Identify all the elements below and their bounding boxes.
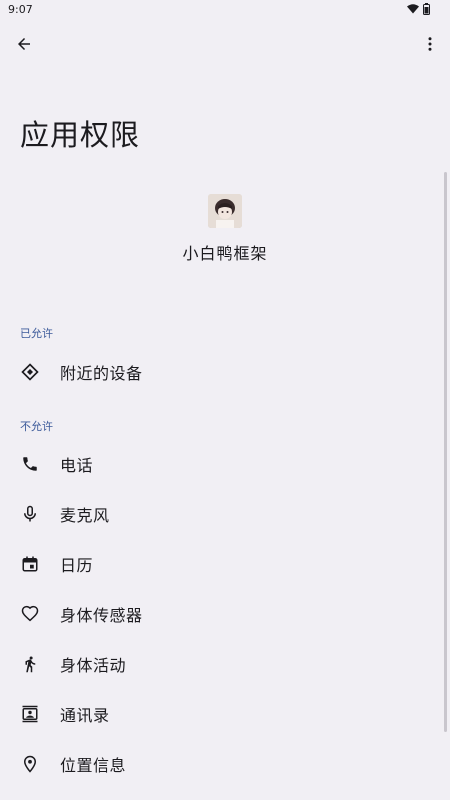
page-title: 应用权限 <box>20 118 141 152</box>
contacts-icon <box>20 704 40 724</box>
top-app-bar <box>0 24 450 64</box>
status-icons <box>407 3 430 15</box>
battery-icon <box>423 3 430 15</box>
back-button[interactable] <box>12 32 36 56</box>
permission-item-body-sensors[interactable]: 身体传感器 <box>0 589 440 639</box>
permission-label: 身体活动 <box>60 656 127 675</box>
permission-label: 附近的设备 <box>60 364 143 383</box>
permission-label: 麦克风 <box>60 506 110 525</box>
permission-item-calendar[interactable]: 日历 <box>0 539 440 589</box>
permission-label: 通讯录 <box>60 706 110 725</box>
app-icon <box>208 194 242 228</box>
more-vert-icon <box>428 37 432 51</box>
app-header: 小白鸭框架 <box>0 194 450 264</box>
permission-label: 日历 <box>60 556 94 575</box>
status-bar: 9:07 <box>0 0 450 20</box>
permission-item-nearby-devices[interactable]: 附近的设备 <box>0 347 440 397</box>
permission-item-microphone[interactable]: 麦克风 <box>0 489 440 539</box>
phone-icon <box>20 454 40 474</box>
status-time: 9:07 <box>8 3 33 16</box>
permission-label: 位置信息 <box>60 756 127 775</box>
permission-item-physical-activity[interactable]: 身体活动 <box>0 639 440 689</box>
denied-section-label: 不允许 <box>20 420 53 433</box>
microphone-icon <box>20 504 40 524</box>
app-name: 小白鸭框架 <box>182 244 268 263</box>
calendar-icon <box>20 554 40 574</box>
location-icon <box>20 754 40 774</box>
walking-icon <box>20 654 40 674</box>
more-options-button[interactable] <box>418 32 442 56</box>
permission-item-location[interactable]: 位置信息 <box>0 739 440 789</box>
arrow-back-icon <box>18 38 30 50</box>
permission-item-contacts[interactable]: 通讯录 <box>0 689 440 739</box>
permission-label: 身体传感器 <box>60 606 143 625</box>
heart-icon <box>20 604 40 624</box>
permission-item-phone[interactable]: 电话 <box>0 439 440 489</box>
permission-label: 电话 <box>60 456 94 475</box>
scrollbar[interactable] <box>444 172 447 732</box>
wifi-icon <box>407 4 419 14</box>
allowed-section-label: 已允许 <box>20 327 53 340</box>
nearby-devices-icon <box>20 362 40 382</box>
